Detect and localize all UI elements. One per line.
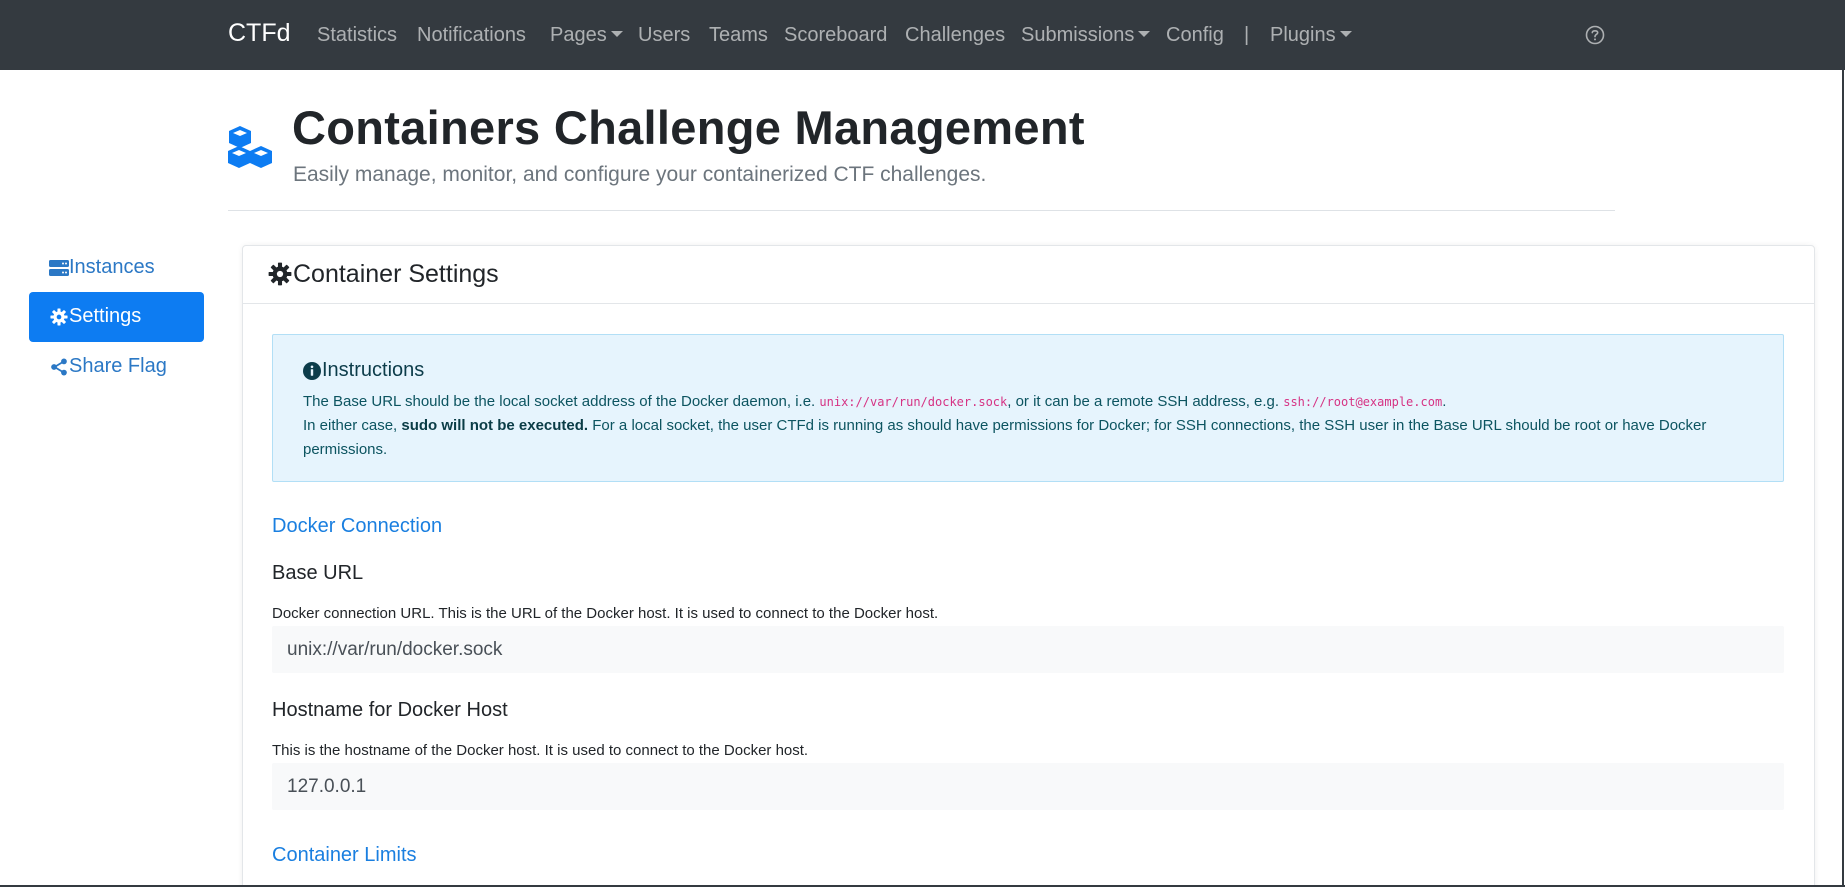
header-divider xyxy=(228,210,1615,211)
nav-users[interactable]: Users xyxy=(638,24,690,47)
nav-submissions[interactable]: Submissions xyxy=(1021,24,1151,47)
page-title: Containers Challenge Management xyxy=(292,101,1085,154)
docker-connection-heading: Docker Connection xyxy=(272,515,443,537)
caret-down-icon xyxy=(1339,31,1352,38)
nav-teams[interactable]: Teams xyxy=(709,24,768,47)
server-icon xyxy=(49,260,69,276)
instructions-title: Instructions xyxy=(322,359,425,381)
window-edge xyxy=(1842,70,1844,887)
nav-plugins[interactable]: Plugins xyxy=(1270,24,1352,47)
instructions-line-3: permissions. xyxy=(303,441,388,458)
top-navbar: CTFd Statistics Notifications Pages User… xyxy=(0,0,1845,70)
code-socket-example: unix://var/run/docker.sock xyxy=(819,395,1008,409)
sidebar-item-share-flag[interactable]: Share Flag xyxy=(29,342,204,392)
cubes-icon xyxy=(228,126,272,168)
gear-icon xyxy=(50,308,68,326)
hostname-input[interactable] xyxy=(272,763,1784,810)
card-title: Container Settings xyxy=(293,260,499,288)
brand-logo[interactable]: CTFd xyxy=(228,19,291,48)
card-header: Container Settings xyxy=(243,246,1814,304)
page-subtitle: Easily manage, monitor, and configure yo… xyxy=(293,163,987,186)
nav-pages-label: Pages xyxy=(550,24,607,46)
nav-notifications[interactable]: Notifications xyxy=(417,24,526,47)
sidebar-item-label: Settings xyxy=(69,305,142,327)
caret-down-icon xyxy=(610,31,623,38)
nav-pages[interactable]: Pages xyxy=(550,24,623,47)
sudo-warning: sudo will not be executed. xyxy=(401,417,589,434)
share-icon xyxy=(51,358,67,376)
nav-submissions-label: Submissions xyxy=(1021,24,1135,46)
nav-divider: | xyxy=(1244,24,1250,46)
instructions-line-2: In either case, sudo will not be execute… xyxy=(303,417,1707,434)
instructions-line-1: The Base URL should be the local socket … xyxy=(303,393,1447,410)
container-settings-card: Container Settings Instructions The Base… xyxy=(242,245,1815,887)
sidebar-item-label: Share Flag xyxy=(69,355,167,377)
instructions-alert: Instructions The Base URL should be the … xyxy=(272,334,1784,482)
nav-scoreboard[interactable]: Scoreboard xyxy=(784,24,887,47)
container-limits-heading: Container Limits xyxy=(272,844,417,866)
nav-statistics[interactable]: Statistics xyxy=(317,24,397,47)
caret-down-icon xyxy=(1138,31,1151,38)
nav-config[interactable]: Config xyxy=(1166,24,1224,47)
nav-challenges[interactable]: Challenges xyxy=(905,24,1005,47)
hostname-label: Hostname for Docker Host xyxy=(272,699,508,721)
question-circle-icon[interactable] xyxy=(1585,25,1605,45)
base-url-input[interactable] xyxy=(272,626,1784,673)
base-url-label: Base URL xyxy=(272,562,364,584)
sidebar-item-label: Instances xyxy=(69,256,155,278)
nav-plugins-label: Plugins xyxy=(1270,24,1336,46)
sidebar-item-instances[interactable]: Instances xyxy=(29,243,204,293)
sidebar-item-settings[interactable]: Settings xyxy=(29,292,204,342)
base-url-help: Docker connection URL. This is the URL o… xyxy=(272,605,939,622)
hostname-help: This is the hostname of the Docker host.… xyxy=(272,742,809,759)
info-circle-icon xyxy=(303,362,321,380)
code-ssh-example: ssh://root@example.com xyxy=(1283,395,1443,409)
gear-icon xyxy=(268,262,292,286)
